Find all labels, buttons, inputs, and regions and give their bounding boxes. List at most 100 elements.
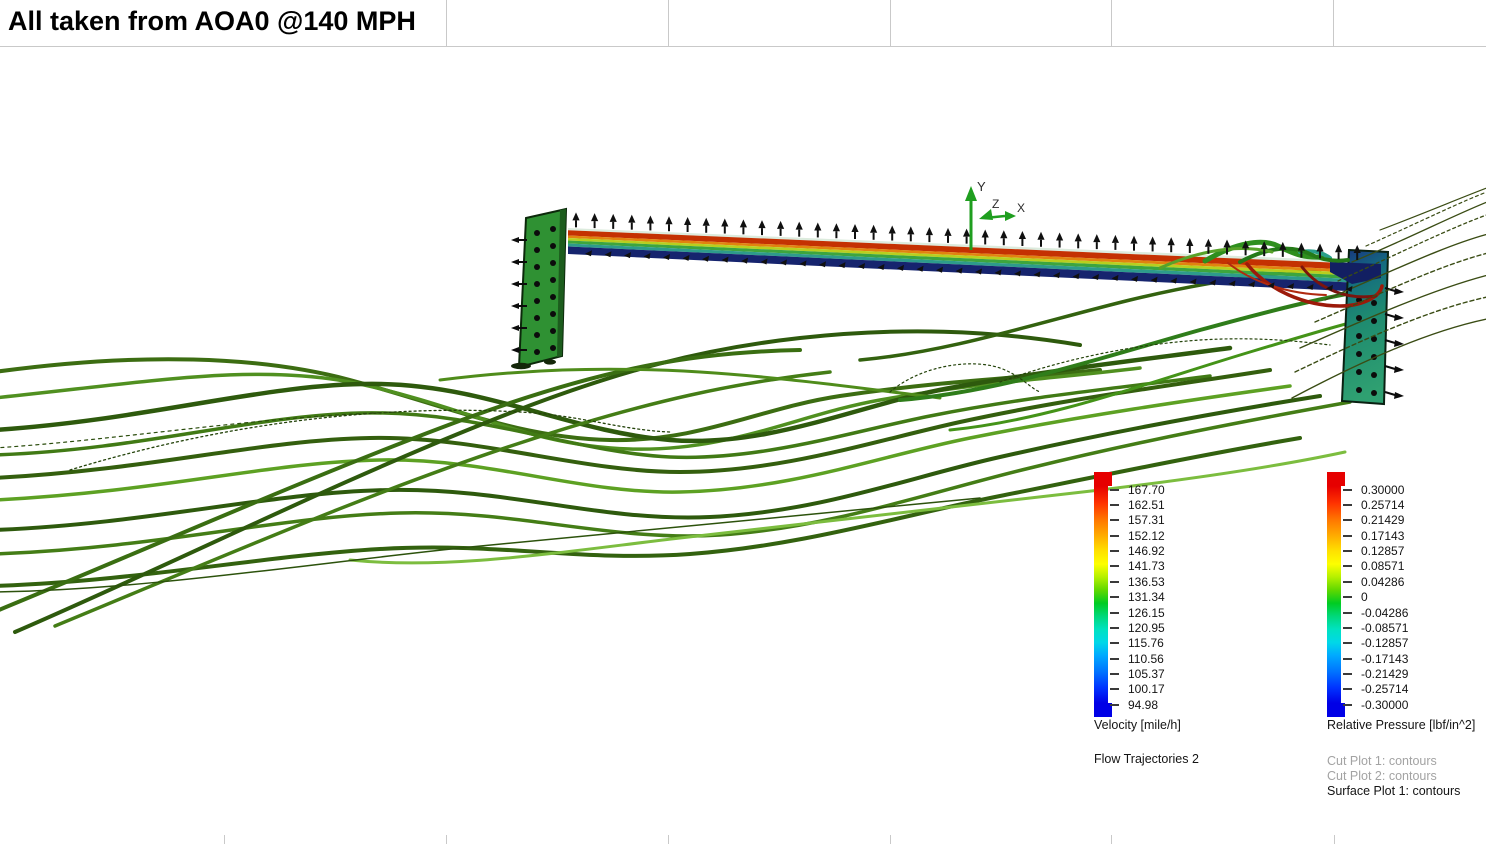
scale-value: 94.98 (1128, 698, 1158, 712)
scale-value: -0.12857 (1361, 636, 1408, 650)
tick-mark (1110, 550, 1119, 552)
scale-value: 157.31 (1128, 513, 1165, 527)
tick-mark (1110, 627, 1119, 629)
scale-value: -0.08571 (1361, 621, 1408, 635)
triad-x-label: X (1017, 201, 1025, 215)
scale-value: 152.12 (1128, 529, 1165, 543)
scale-tick-row: 110.56 (1110, 651, 1165, 666)
scale-tick-row: -0.30000 (1343, 697, 1408, 712)
scale-value: 115.76 (1128, 636, 1164, 650)
pressure-scale-values: 0.300000.257140.21429 0.171430.128570.085… (1343, 482, 1408, 712)
flow-trajectories-caption: Flow Trajectories 2 (1094, 752, 1199, 766)
scale-value: 167.70 (1128, 483, 1165, 497)
tick-mark (1343, 704, 1352, 706)
scale-value: -0.21429 (1361, 667, 1408, 681)
scale-tick-row: 126.15 (1110, 605, 1165, 620)
tick-mark (1110, 642, 1119, 644)
scale-tick-row: 157.31 (1110, 513, 1165, 528)
scale-tick-row: 141.73 (1110, 559, 1165, 574)
tick-mark (1343, 688, 1352, 690)
scale-value: 0 (1361, 590, 1368, 604)
scale-tick-row: 162.51 (1110, 497, 1165, 512)
scale-tick-row: 136.53 (1110, 574, 1165, 589)
triad-y-label: Y (977, 179, 986, 194)
flow-scene: Y Z X (0, 0, 1486, 844)
scale-tick-row: 0.30000 (1343, 482, 1408, 497)
scale-value: -0.25714 (1361, 682, 1408, 696)
tick-mark (1110, 658, 1119, 660)
scale-value: 0.08571 (1361, 559, 1404, 573)
scale-tick-row: 0 (1343, 590, 1408, 605)
velocity-color-scale (1094, 486, 1108, 703)
scale-tick-row: 100.17 (1110, 682, 1165, 697)
scale-value: 126.15 (1128, 606, 1165, 620)
tick-mark (1343, 581, 1352, 583)
plot-caption: Cut Plot 1: contours (1327, 754, 1460, 769)
tick-mark (1110, 489, 1119, 491)
tick-mark (1343, 489, 1352, 491)
tick-mark (1343, 627, 1352, 629)
scale-tick-row: 0.08571 (1343, 559, 1408, 574)
streamlines-background (0, 270, 1385, 632)
y-axis-arrow (965, 186, 977, 201)
tick-mark (1110, 519, 1119, 521)
scale-tick-row: 0.21429 (1343, 513, 1408, 528)
scale-value: -0.04286 (1361, 606, 1408, 620)
scale-value: 0.12857 (1361, 544, 1404, 558)
scale-value: 146.92 (1128, 544, 1165, 558)
page-title: All taken from AOA0 @140 MPH (8, 6, 416, 37)
tick-mark (1110, 688, 1119, 690)
tick-mark (1343, 596, 1352, 598)
tick-mark (1110, 504, 1119, 506)
scale-tick-row: 131.34 (1110, 590, 1165, 605)
tick-mark (1343, 565, 1352, 567)
scale-tick-row: 0.25714 (1343, 497, 1408, 512)
scale-value: 141.73 (1128, 559, 1165, 573)
scale-tick-row: -0.17143 (1343, 651, 1408, 666)
scale-tick-row: 146.92 (1110, 543, 1165, 558)
tick-mark (1110, 596, 1119, 598)
scale-value: 100.17 (1128, 682, 1165, 696)
pressure-legend: 0.300000.257140.214290.171430.128570.085… (1327, 472, 1345, 717)
plot-caption: Cut Plot 2: contours (1327, 769, 1460, 784)
tick-mark (1343, 519, 1352, 521)
scale-tick-row: 115.76 (1110, 636, 1165, 651)
scale-tick-row: -0.25714 (1343, 682, 1408, 697)
triad-z-label: Z (992, 197, 999, 211)
coordinate-triad: Y Z X (965, 179, 1025, 250)
velocity-legend: 167.70162.51157.31152.12146.92141.73136.… (1094, 472, 1112, 717)
scale-value: 0.21429 (1361, 513, 1404, 527)
scale-tick-row: 167.70 (1110, 482, 1165, 497)
tick-mark (1343, 535, 1352, 537)
plot-caption: Surface Plot 1: contours (1327, 784, 1460, 799)
scale-tick-row: -0.21429 (1343, 666, 1408, 681)
scale-tick-row: -0.12857 (1343, 636, 1408, 651)
scale-value: 0.17143 (1361, 529, 1404, 543)
scale-value: 0.04286 (1361, 575, 1404, 589)
scale-value: -0.30000 (1361, 698, 1408, 712)
scale-value: 131.34 (1128, 590, 1165, 604)
x-axis-arrow (1005, 211, 1016, 221)
tick-mark (1343, 612, 1352, 614)
pressure-legend-label: Relative Pressure [lbf/in^2] (1327, 718, 1475, 732)
scale-value: 110.56 (1128, 652, 1164, 666)
tick-mark (1110, 673, 1119, 675)
tick-mark (1110, 612, 1119, 614)
tick-mark (1343, 673, 1352, 675)
pressure-color-scale (1327, 486, 1341, 703)
plot-captions: Cut Plot 1: contoursCut Plot 2: contours… (1327, 754, 1460, 799)
tick-mark (1110, 581, 1119, 583)
scale-value: 120.95 (1128, 621, 1165, 635)
velocity-scale-values: 167.70162.51157.31 152.12146.92141.73136.… (1110, 482, 1165, 712)
scale-value: 162.51 (1128, 498, 1165, 512)
velocity-legend-label: Velocity [mile/h] (1094, 718, 1181, 732)
tick-mark (1343, 504, 1352, 506)
scale-tick-row: 152.12 (1110, 528, 1165, 543)
wing (568, 228, 1381, 293)
scale-value: 105.37 (1128, 667, 1165, 681)
scale-value: -0.17143 (1361, 652, 1408, 666)
scale-value: 0.30000 (1361, 483, 1404, 497)
scale-tick-row: 120.95 (1110, 620, 1165, 635)
tick-mark (1110, 565, 1119, 567)
scale-value: 0.25714 (1361, 498, 1404, 512)
